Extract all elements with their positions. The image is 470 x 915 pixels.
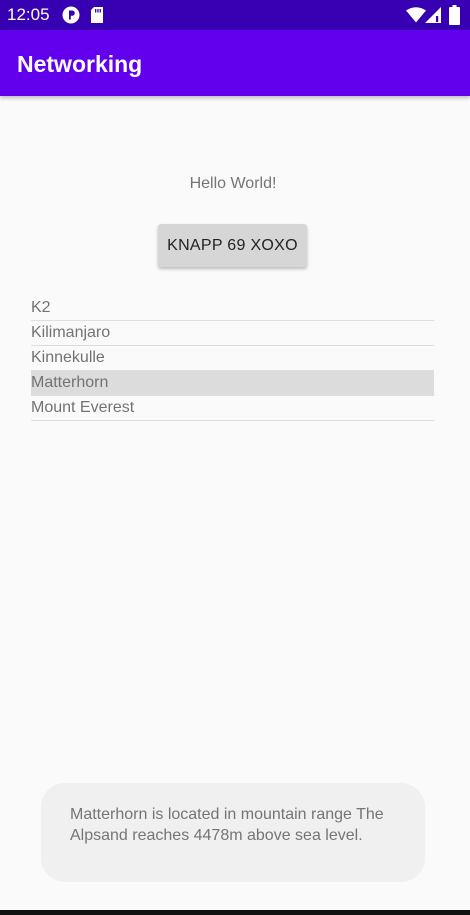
sd-card-icon [90,6,104,29]
toast-message: Matterhorn is located in mountain range … [41,783,425,882]
signal-icon [425,7,443,28]
status-bar: 12:05 [0,0,470,30]
navigation-bar [0,910,470,915]
battery-icon [449,5,460,30]
list-item-kinnekulle[interactable]: Kinnekulle [31,346,434,371]
hello-text: Hello World! [189,175,277,192]
p-icon [62,6,80,29]
list-item-kilimanjaro[interactable]: Kilimanjaro [31,321,434,346]
app-title: Networking [17,51,143,77]
list-item-k2[interactable]: K2 [31,296,434,321]
wifi-icon [406,7,426,28]
app-bar: Networking [0,30,470,96]
mountain-list: K2 Kilimanjaro Kinnekulle Matterhorn Mou… [31,296,434,421]
knapp-button[interactable]: KNAPP 69 XOXO [158,224,307,267]
status-time: 12:05 [7,5,50,24]
list-item-matterhorn[interactable]: Matterhorn [31,371,434,396]
list-item-mount-everest[interactable]: Mount Everest [31,396,434,421]
